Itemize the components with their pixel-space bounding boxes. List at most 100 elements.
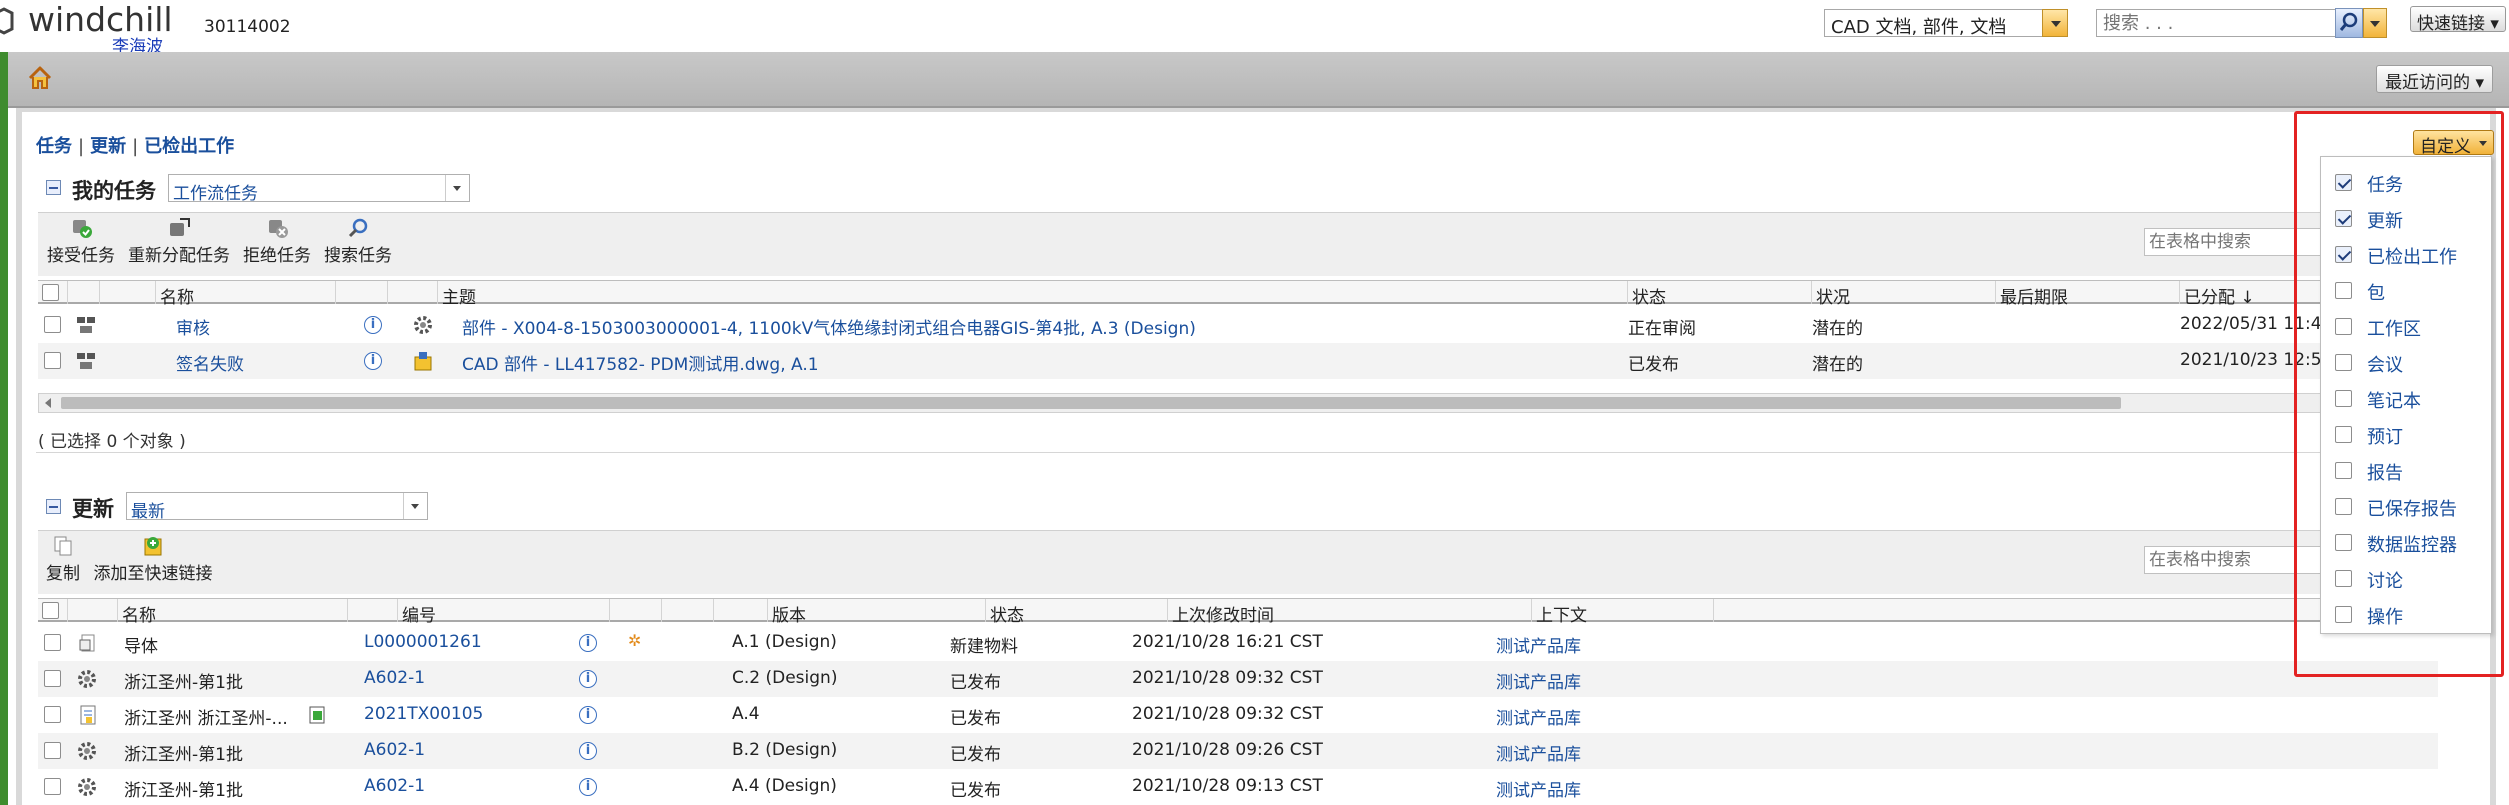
update-number-link[interactable]: A602-1: [360, 769, 572, 805]
updates-view-value: 最新: [131, 502, 165, 522]
add-to-quick-links-label: 添加至快速链接: [93, 564, 213, 584]
update-name: 导体: [124, 637, 158, 657]
col-header-subject[interactable]: 主题: [438, 281, 1628, 308]
col-header-status[interactable]: 状况: [1812, 281, 1996, 308]
col-header-name[interactable]: 名称: [118, 599, 348, 626]
tab-updates[interactable]: 更新: [90, 136, 126, 157]
col-header-deadline[interactable]: 最后期限: [1996, 281, 2180, 308]
task-name-link[interactable]: 签名失败: [172, 343, 332, 379]
update-context-link[interactable]: 测试产品库: [1492, 697, 1674, 733]
update-context-link[interactable]: 测试产品库: [1492, 625, 1674, 661]
col-header-state[interactable]: 状态: [1628, 281, 1812, 308]
tab-tasks[interactable]: 任务: [36, 136, 72, 157]
search-type-select[interactable]: CAD 文档, 部件, 文档: [1824, 9, 2068, 38]
row-checkbox[interactable]: [44, 352, 61, 369]
col-header-state[interactable]: 状态: [986, 599, 1168, 626]
update-modified: 2021/10/28 16:21 CST: [1132, 632, 1323, 652]
update-number-link[interactable]: A602-1: [360, 733, 572, 769]
left-accent-bar: [0, 52, 8, 805]
update-context-link[interactable]: 测试产品库: [1492, 769, 1674, 805]
task-status: 潜在的: [1812, 355, 1863, 375]
update-name: 浙江圣州-第1批: [124, 673, 243, 693]
search-tasks-button[interactable]: 搜索任务: [320, 213, 396, 269]
info-icon[interactable]: i: [364, 316, 382, 334]
update-context-link[interactable]: 测试产品库: [1492, 733, 1674, 769]
windchill-logo[interactable]: windchill: [0, 0, 200, 52]
row-checkbox[interactable]: [44, 670, 61, 687]
task-subject-link[interactable]: 部件 - X004-8-1503003000001-4, 1100kV气体绝缘封…: [458, 307, 1628, 343]
col-header-version[interactable]: 版本: [768, 599, 986, 626]
col-header-number[interactable]: 编号: [398, 599, 610, 626]
update-version: B.2 (Design): [732, 740, 838, 760]
task-icon: [77, 353, 95, 369]
updates-toolbar: 复制 添加至快速链接: [38, 530, 2438, 594]
info-icon[interactable]: i: [579, 742, 597, 760]
scrollbar-thumb[interactable]: [61, 397, 2121, 409]
info-icon[interactable]: i: [579, 670, 597, 688]
task-name-link[interactable]: 审核: [172, 307, 332, 343]
update-modified: 2021/10/28 09:26 CST: [1132, 740, 1323, 760]
search-button[interactable]: [2335, 8, 2363, 38]
select-all-checkbox[interactable]: [42, 602, 59, 619]
col-header-name[interactable]: 名称: [156, 281, 336, 308]
info-icon[interactable]: i: [579, 634, 597, 652]
gear-icon: [78, 670, 96, 688]
update-number-link[interactable]: L0000001261: [360, 625, 572, 661]
select-all-checkbox[interactable]: [42, 284, 59, 301]
tab-separator: |: [132, 136, 139, 157]
update-number-link[interactable]: 2021TX00105: [360, 697, 572, 733]
navigation-bar: 最近访问的 ▾: [0, 52, 2509, 108]
add-to-quick-links-button[interactable]: 添加至快速链接: [88, 531, 218, 587]
info-icon[interactable]: i: [579, 706, 597, 724]
task-subject-link[interactable]: CAD 部件 - LL417582- PDM测试用.dwg, A.1: [458, 343, 1628, 379]
updates-view-select[interactable]: 最新: [126, 492, 428, 522]
add-quick-link-icon: [144, 537, 162, 556]
header-flag-col: [662, 599, 714, 622]
reassign-task-button[interactable]: 重新分配任务: [124, 213, 234, 269]
update-version: C.2 (Design): [732, 668, 838, 688]
search-options-button[interactable]: [2363, 8, 2387, 38]
chevron-down-icon[interactable]: [2042, 9, 2068, 37]
horizontal-scrollbar[interactable]: [38, 393, 2428, 413]
section-divider: [36, 452, 2456, 453]
reassign-task-label: 重新分配任务: [128, 246, 230, 266]
collapse-tasks-icon[interactable]: [46, 180, 61, 195]
row-checkbox[interactable]: [44, 634, 61, 651]
table-row: 导体 L0000001261 i ✲ A.1 (Design) 新建物料 202…: [38, 625, 2438, 661]
row-checkbox[interactable]: [44, 778, 61, 795]
section-tabs: 任务 | 更新 | 已检出工作: [36, 132, 234, 158]
task-icon: [77, 317, 95, 333]
copy-button[interactable]: 复制: [42, 531, 84, 587]
accept-task-button[interactable]: 接受任务: [44, 213, 118, 269]
reject-task-button[interactable]: 拒绝任务: [240, 213, 314, 269]
row-checkbox[interactable]: [44, 316, 61, 333]
quick-links-menu[interactable]: 快速链接 ▾: [2410, 6, 2506, 34]
table-row: 浙江圣州-第1批 A602-1 i B.2 (Design) 已发布 2021/…: [38, 733, 2438, 769]
collapse-updates-icon[interactable]: [46, 499, 61, 514]
col-header-context[interactable]: 上下文: [1532, 599, 1714, 626]
global-search-input[interactable]: [2096, 9, 2336, 37]
col-header-modified[interactable]: 上次修改时间: [1168, 599, 1532, 626]
gear-icon: [78, 778, 96, 796]
home-icon[interactable]: [26, 64, 54, 92]
row-checkbox[interactable]: [44, 706, 61, 723]
select-all-cell: [38, 281, 68, 304]
tasks-view-select[interactable]: 工作流任务: [168, 174, 470, 204]
update-context-link[interactable]: 测试产品库: [1492, 661, 1674, 697]
header-icon-col: [348, 599, 398, 622]
tab-checked-out-work[interactable]: 已检出工作: [144, 136, 234, 157]
copy-label: 复制: [46, 564, 80, 584]
tab-separator: |: [78, 136, 85, 157]
logo-mark-icon: [0, 7, 14, 35]
update-number-link[interactable]: A602-1: [360, 661, 572, 697]
update-state: 新建物料: [950, 637, 1018, 657]
header-icon2-col: [388, 281, 438, 304]
recent-visits-menu[interactable]: 最近访问的 ▾: [2376, 65, 2493, 93]
info-icon[interactable]: i: [364, 352, 382, 370]
row-checkbox[interactable]: [44, 742, 61, 759]
attachment-icon: [309, 706, 325, 724]
header-extra-col: [714, 599, 768, 622]
scroll-left-arrow-icon[interactable]: [45, 398, 51, 408]
info-icon[interactable]: i: [579, 778, 597, 796]
table-row: 浙江圣州 浙江圣州-... 2021TX00105 i A.4 已发布 2021…: [38, 697, 2438, 733]
